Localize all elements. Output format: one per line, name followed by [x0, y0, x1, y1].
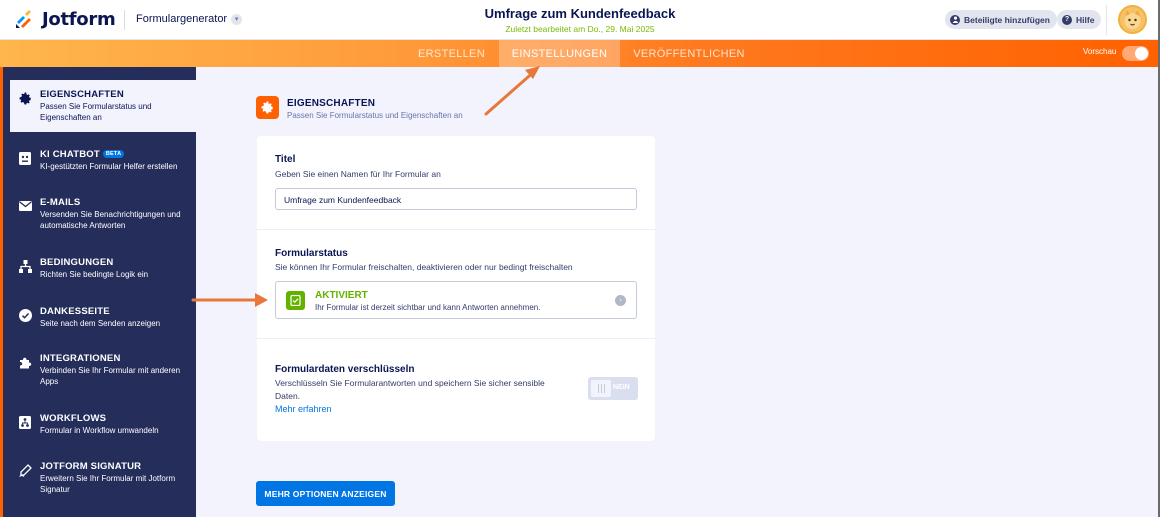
sidebar-item-text: EIGENSCHAFTEN Passen Sie Formularstatus …	[40, 89, 196, 132]
annotation-arrow-icon	[191, 293, 268, 307]
user-icon	[950, 14, 960, 25]
logo-text: Jotform	[42, 8, 116, 30]
tab-publish[interactable]: VERÖFFENTLICHEN	[620, 40, 758, 67]
show-more-options-button[interactable]: MEHR OPTIONEN ANZEIGEN	[256, 481, 395, 506]
builder-nav-bar: ERSTELLEN EINSTELLUNGEN VERÖFFENTLICHEN …	[0, 40, 1160, 67]
sidebar-item-text: E-MAILS Versenden Sie Benachrichtigungen…	[40, 197, 196, 231]
sidebar-item-properties[interactable]: EIGENSCHAFTEN Passen Sie Formularstatus …	[10, 80, 196, 132]
properties-card: Titel Geben Sie einen Namen für Ihr Form…	[257, 136, 655, 441]
chatbot-icon	[18, 151, 32, 165]
jotform-logo[interactable]: Jotform	[14, 8, 116, 30]
form-title-input[interactable]: Umfrage zum Kundenfeedback	[275, 188, 637, 210]
mail-icon	[18, 199, 32, 213]
sidebar-item-label: EIGENSCHAFTEN	[40, 89, 124, 100]
section-header: EIGENSCHAFTEN Passen Sie Formularstatus …	[256, 96, 463, 120]
puzzle-icon	[18, 355, 32, 369]
sidebar-item-integrations[interactable]: INTEGRATIONEN Verbinden Sie Ihr Formular…	[10, 353, 196, 387]
top-header: Jotform Formulargenerator ▾ Umfrage zum …	[0, 0, 1160, 40]
card-divider	[257, 229, 655, 230]
sidebar-item-label: DANKESSEITE	[40, 306, 110, 317]
check-circle-icon	[18, 308, 32, 322]
form-status-hint: Sie können Ihr Formular freischalten, de…	[275, 262, 573, 272]
form-status-selector[interactable]: AKTIVIERT Ihr Formular ist derzeit sicht…	[275, 281, 637, 319]
avatar[interactable]	[1118, 5, 1147, 34]
sidebar-item-title: KI CHATBOT	[40, 149, 100, 160]
form-generator-label: Formulargenerator	[136, 13, 228, 25]
sidebar-item-desc: Verbinden Sie Ihr Formular mit anderen A…	[40, 366, 181, 386]
sidebar-item-text: KI CHATBOT BETA KI-gestützten Formular He…	[40, 149, 196, 172]
sidebar-item-label: WORKFLOWS	[40, 413, 107, 424]
sidebar-item-label: KI CHATBOT BETA	[40, 149, 196, 160]
annotation-arrow-icon	[484, 66, 540, 116]
header-divider-right	[1106, 5, 1107, 35]
toggle-text: NEIN	[613, 384, 630, 391]
preview-label: Vorschau	[1083, 47, 1117, 56]
toggle-grip	[591, 380, 611, 397]
sidebar-item-label: E-MAILS	[40, 197, 81, 208]
form-title-block: Umfrage zum Kundenfeedback Zuletzt bearb…	[430, 6, 730, 34]
sidebar-item-desc: Seite nach dem Senden anzeigen	[40, 319, 161, 328]
sidebar-item-thankyou-page[interactable]: DANKESSEITE Seite nach dem Senden anzeig…	[10, 306, 196, 329]
sidebar-item-desc: KI-gestützten Formular Helfer erstellen	[40, 162, 178, 171]
hierarchy-icon	[18, 259, 32, 273]
sidebar-item-text: INTEGRATIONEN Verbinden Sie Ihr Formular…	[40, 353, 196, 387]
add-participants-button[interactable]: Beteiligte hinzufügen	[945, 10, 1057, 29]
workflow-icon	[18, 415, 32, 429]
sidebar-item-ai-chatbot[interactable]: KI CHATBOT BETA KI-gestützten Formular He…	[10, 149, 196, 172]
form-title[interactable]: Umfrage zum Kundenfeedback	[430, 6, 730, 21]
sidebar-item-label: BEDINGUNGEN	[40, 257, 114, 268]
help-button[interactable]: ? Hilfe	[1057, 10, 1102, 29]
sidebar-item-desc: Erweitern Sie Ihr Formular mit Jotform S…	[40, 474, 176, 494]
learn-more-link[interactable]: Mehr erfahren	[275, 404, 332, 414]
status-enabled-icon	[286, 291, 305, 310]
section-header-text: EIGENSCHAFTEN Passen Sie Formularstatus …	[279, 96, 463, 120]
help-label: Hilfe	[1076, 14, 1095, 25]
title-hint: Geben Sie einen Namen für Ihr Formular a…	[275, 169, 441, 179]
settings-main-panel: EIGENSCHAFTEN Passen Sie Formularstatus …	[196, 67, 1160, 517]
section-subtitle: Passen Sie Formularstatus und Eigenschaf…	[287, 111, 463, 120]
settings-sidebar: EIGENSCHAFTEN Passen Sie Formularstatus …	[0, 67, 196, 517]
jotform-logo-icon	[14, 8, 36, 30]
last-saved-text: Zuletzt bearbeitet am Do., 29. Mai 2025	[505, 24, 655, 34]
toggle-knob	[1135, 47, 1148, 60]
sidebar-item-desc: Passen Sie Formularstatus und Eigenschaf…	[40, 102, 152, 122]
sidebar-item-label: INTEGRATIONEN	[40, 353, 121, 364]
sidebar-item-text: JOTFORM SIGNATUR Erweitern Sie Ihr Formu…	[40, 461, 196, 495]
form-generator-dropdown[interactable]: Formulargenerator ▾	[136, 13, 243, 25]
section-title: EIGENSCHAFTEN	[287, 98, 376, 109]
status-description: Ihr Formular ist derzeit sichtbar und ka…	[315, 303, 541, 312]
status-value: AKTIVIERT	[315, 290, 368, 301]
sidebar-item-jotform-sign[interactable]: JOTFORM SIGNATUR Erweitern Sie Ihr Formu…	[10, 461, 196, 495]
beta-badge: BETA	[102, 150, 125, 159]
encrypt-toggle[interactable]: NEIN	[588, 377, 638, 400]
chevron-down-icon: ▾	[231, 13, 243, 25]
add-participants-label: Beteiligte hinzufügen	[964, 14, 1050, 25]
sidebar-item-text: BEDINGUNGEN Richten Sie bedingte Logik e…	[40, 257, 196, 280]
sidebar-item-conditions[interactable]: BEDINGUNGEN Richten Sie bedingte Logik e…	[10, 257, 196, 280]
header-divider	[124, 10, 125, 30]
encrypt-label: Formulardaten verschlüsseln	[275, 364, 415, 375]
sidebar-item-workflows[interactable]: WORKFLOWS Formular in Workflow umwandeln	[10, 413, 196, 436]
gear-icon	[256, 96, 279, 119]
sidebar-item-emails[interactable]: E-MAILS Versenden Sie Benachrichtigungen…	[10, 197, 196, 231]
signature-pen-icon	[18, 463, 32, 477]
sidebar-item-text: DANKESSEITE Seite nach dem Senden anzeig…	[40, 306, 196, 329]
chevron-right-icon: ›	[615, 295, 626, 306]
form-status-label: Formularstatus	[275, 248, 348, 259]
encrypt-hint: Verschlüsseln Sie Formularantworten und …	[275, 378, 545, 401]
sidebar-item-label: JOTFORM SIGNATUR	[40, 461, 142, 472]
preview-toggle[interactable]	[1122, 46, 1149, 61]
help-icon: ?	[1062, 14, 1072, 25]
sidebar-item-desc: Richten Sie bedingte Logik ein	[40, 270, 149, 279]
card-divider	[257, 338, 655, 339]
sidebar-item-text: WORKFLOWS Formular in Workflow umwandeln	[40, 413, 196, 436]
gear-icon	[18, 91, 32, 105]
title-label: Titel	[275, 154, 296, 165]
sidebar-item-desc: Formular in Workflow umwandeln	[40, 426, 159, 435]
sidebar-item-desc: Versenden Sie Benachrichtigungen und aut…	[40, 210, 181, 230]
